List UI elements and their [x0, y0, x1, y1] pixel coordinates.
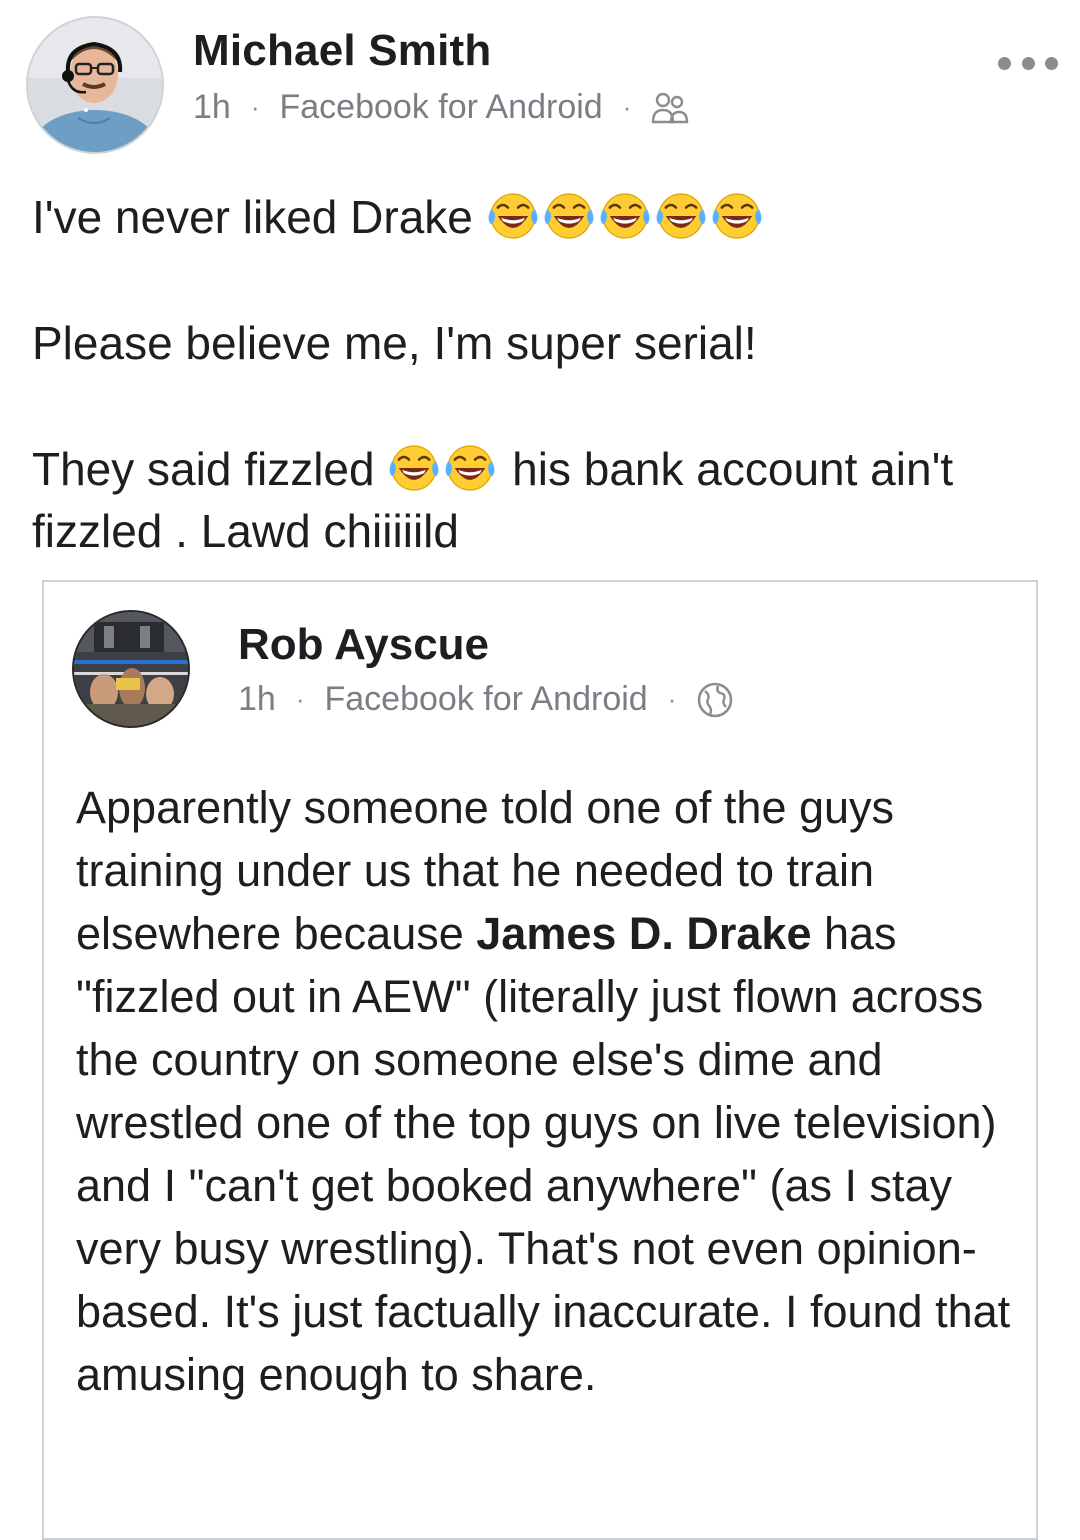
author-avatar-image [28, 18, 162, 152]
face-with-tears-of-joy-icon [443, 441, 497, 495]
meta-separator: · [250, 92, 260, 122]
shared-author-avatar[interactable] [72, 610, 190, 728]
post-line-3: They said fizzled his bank account ain't… [32, 438, 1052, 562]
post-meta: 1h · Facebook for Android · [193, 88, 689, 127]
more-horizontal-icon [998, 56, 1011, 70]
emoji-group-2 [387, 443, 499, 495]
post-line-2: Please believe me, I'm super serial! [32, 317, 757, 369]
face-with-tears-of-joy-icon [486, 189, 540, 243]
shared-avatar-image [74, 612, 188, 726]
face-with-tears-of-joy-icon [387, 441, 441, 495]
more-options-button[interactable] [998, 48, 1058, 78]
shared-author-name[interactable]: Rob Ayscue [238, 620, 489, 670]
author-avatar[interactable] [26, 16, 164, 154]
post-source: Facebook for Android [279, 88, 603, 126]
shared-text-part-2: has "fizzled out in AEW" (literally just… [76, 908, 1011, 1400]
post-header: Michael Smith 1h · Facebook for Android … [0, 0, 1080, 170]
author-name[interactable]: Michael Smith [193, 26, 491, 76]
friends-icon[interactable] [651, 90, 689, 126]
globe-icon[interactable] [696, 681, 734, 719]
shared-post-card[interactable]: Rob Ayscue 1h · Facebook for Android · A… [42, 580, 1038, 1540]
face-with-tears-of-joy-icon [598, 189, 652, 243]
meta-separator: · [622, 92, 632, 122]
emoji-group-1 [486, 191, 766, 243]
post-text: I've never liked Drake Please believe me… [32, 186, 1052, 562]
post-line-1: I've never liked Drake [32, 186, 1052, 248]
screen: { "post": { "author": "Michael Smith", "… [0, 0, 1080, 1540]
more-dot [1045, 56, 1058, 70]
more-dot [1021, 56, 1035, 70]
shared-post-text: Apparently someone told one of the guys … [76, 776, 1016, 1406]
shared-post-meta: 1h · Facebook for Android · [238, 680, 734, 719]
shared-post-source: Facebook for Android [324, 680, 648, 718]
meta-separator: · [295, 684, 305, 714]
post-line-3-before: They said fizzled [32, 443, 375, 495]
face-with-tears-of-joy-icon [710, 189, 764, 243]
post-time[interactable]: 1h [193, 88, 231, 127]
shared-post-time[interactable]: 1h [238, 680, 276, 719]
mention-link[interactable]: James D. Drake [476, 908, 811, 959]
post-line-1-text: I've never liked Drake [32, 191, 473, 243]
face-with-tears-of-joy-icon [542, 189, 596, 243]
face-with-tears-of-joy-icon [654, 189, 708, 243]
meta-separator: · [667, 684, 677, 714]
